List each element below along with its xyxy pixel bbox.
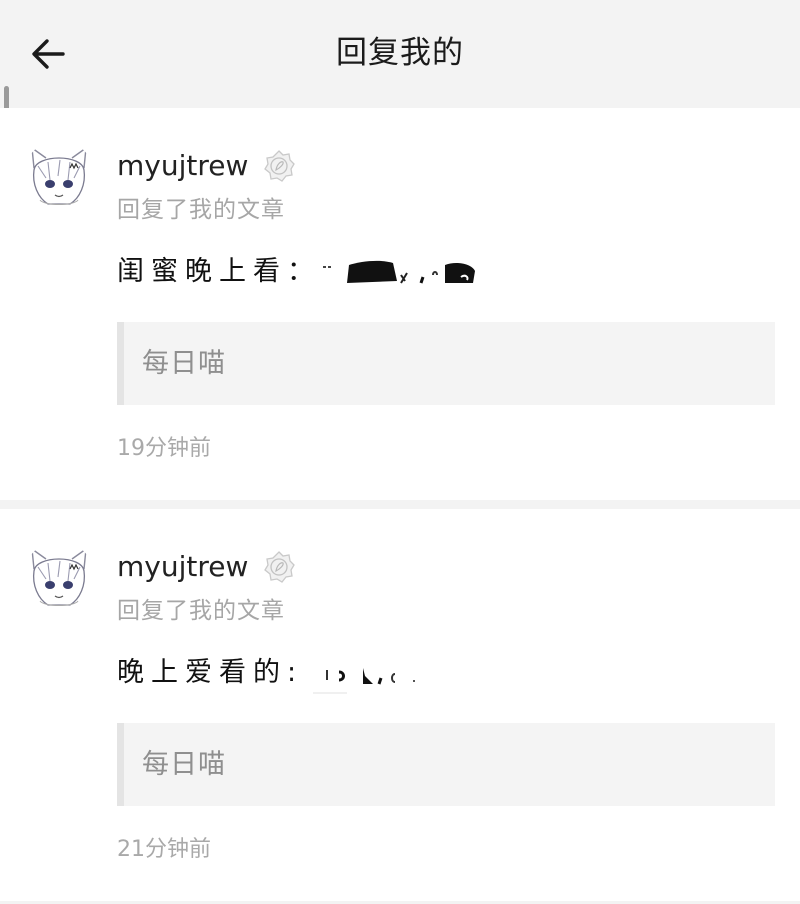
- reply-content-text: 晚上爱看的:: [117, 657, 304, 688]
- arrow-left-icon: [32, 39, 65, 69]
- reply-action-text: 回复了我的文章: [117, 197, 285, 223]
- reply-card[interactable]: myujtrew 回复了我的文章 晚上爱看的: 每日喵 21分钟前: [0, 509, 800, 901]
- reply-action-text: 回复了我的文章: [117, 598, 285, 624]
- verified-badge-icon: [262, 550, 296, 584]
- redacted-content: [303, 654, 473, 694]
- avatar[interactable]: [24, 140, 94, 210]
- timestamp: 21分钟前: [117, 837, 211, 862]
- username[interactable]: myujtrew: [117, 547, 248, 587]
- page-title: 回复我的: [336, 35, 464, 71]
- reply-content[interactable]: 晚上爱看的:: [117, 653, 473, 694]
- quoted-article[interactable]: 每日喵: [117, 723, 775, 806]
- avatar-image: [24, 140, 94, 210]
- reply-content-text: 闺蜜晚上看：: [117, 256, 321, 287]
- timestamp: 19分钟前: [117, 436, 211, 461]
- back-button[interactable]: [22, 28, 74, 80]
- quoted-article-title: 每日喵: [142, 749, 226, 780]
- verified-badge-icon: [262, 149, 296, 183]
- username[interactable]: myujtrew: [117, 146, 248, 186]
- avatar-image: [24, 541, 94, 611]
- redacted-content: [321, 253, 511, 293]
- avatar[interactable]: [24, 541, 94, 611]
- quoted-article-title: 每日喵: [142, 348, 226, 379]
- reply-card[interactable]: myujtrew 回复了我的文章 闺蜜晚上看： 每日喵 19分钟前: [0, 108, 800, 500]
- quoted-article[interactable]: 每日喵: [117, 322, 775, 405]
- reply-content[interactable]: 闺蜜晚上看：: [117, 252, 511, 292]
- top-bar: 回复我的: [0, 0, 800, 107]
